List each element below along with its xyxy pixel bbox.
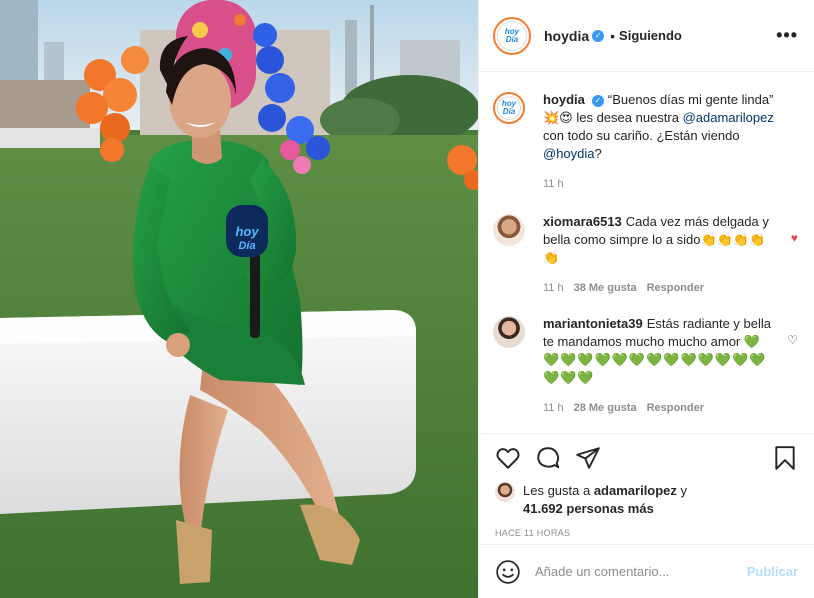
- add-comment-bar: Añade un comentario... Publicar: [479, 544, 814, 598]
- caption-text-b: con todo su cariño. ¿Están viendo: [543, 128, 740, 143]
- instagram-post: hoy Día hoy Día hoydia ✓ • Siguiendo •••: [0, 0, 814, 598]
- svg-text:hoy: hoy: [235, 224, 259, 239]
- comment-text-block: xiomara6513 Cada vez más delgada y bella …: [543, 213, 775, 267]
- save-bookmark-icon[interactable]: [772, 445, 798, 471]
- comment-username[interactable]: xiomara6513: [543, 214, 622, 229]
- comment-username[interactable]: mariantonieta39: [543, 316, 643, 331]
- caption-meta: 11 h: [543, 177, 775, 191]
- caption: hoy Día hoydia ✓ “Buenos días mi gente lin…: [493, 91, 798, 191]
- action-icons: [495, 444, 798, 472]
- comment-time[interactable]: 11 h: [543, 282, 564, 294]
- likes-prefix: Les gusta a: [523, 483, 594, 498]
- likes-summary: Les gusta a adamarilopez y 41.692 person…: [495, 482, 798, 518]
- comment-text-block: mariantonieta39 Estás radiante y bella te…: [543, 315, 775, 387]
- liker-avatar[interactable]: [495, 482, 515, 502]
- photo-illustration: hoy Día: [0, 0, 478, 598]
- comment-meta: 11 h 38 Me gusta Responder: [543, 281, 775, 295]
- caption-username[interactable]: hoydia: [543, 92, 585, 107]
- post-photo[interactable]: hoy Día: [0, 0, 478, 598]
- reply-button[interactable]: Responder: [647, 282, 704, 294]
- building: [0, 0, 38, 85]
- publish-button[interactable]: Publicar: [747, 564, 798, 579]
- caption-body: hoydia ✓ “Buenos días mi gente linda” 💥😍 l…: [543, 91, 775, 191]
- like-heart-icon[interactable]: [495, 445, 521, 471]
- comment-item: mariantonieta39 Estás radiante y bella te…: [493, 315, 798, 415]
- logo-text-dia: Día: [505, 34, 519, 44]
- post-actions: Les gusta a adamarilopez y 41.692 person…: [479, 433, 814, 538]
- comment-input[interactable]: Añade un comentario...: [535, 564, 669, 579]
- comment-likes[interactable]: 28 Me gusta: [574, 402, 637, 414]
- caption-text-c: ?: [594, 146, 602, 161]
- caption-text-block: hoydia ✓ “Buenos días mi gente linda” 💥😍 l…: [543, 91, 775, 163]
- caption-time[interactable]: 11 h: [543, 178, 564, 190]
- emoji-smiley-icon[interactable]: [495, 559, 521, 585]
- post-side-panel: hoy Día hoydia ✓ • Siguiendo ••• hoy Día: [478, 0, 814, 598]
- commenter-avatar[interactable]: [493, 214, 525, 246]
- comment-item: xiomara6513 Cada vez más delgada y bella …: [493, 213, 798, 295]
- header-separator: •: [610, 27, 616, 44]
- heart-outline-icon[interactable]: ♡: [787, 333, 798, 347]
- caption-avatar[interactable]: hoy Día: [493, 92, 525, 124]
- svg-text:Día: Día: [238, 240, 255, 252]
- comment-bubble-icon[interactable]: [535, 445, 561, 471]
- comment-meta: 11 h 28 Me gusta Responder: [543, 401, 775, 415]
- comment-body: xiomara6513 Cada vez más delgada y bella …: [543, 213, 775, 295]
- likes-text: Les gusta a adamarilopez y 41.692 person…: [523, 482, 687, 518]
- verified-badge-icon: ✓: [592, 29, 605, 42]
- comment-likes[interactable]: 38 Me gusta: [574, 282, 637, 294]
- logo-text-dia: Día: [502, 107, 516, 116]
- mention-hoydia[interactable]: @hoydia: [543, 146, 595, 161]
- comment-body: mariantonieta39 Estás radiante y bella te…: [543, 315, 775, 415]
- profile-avatar[interactable]: hoy Día: [493, 16, 531, 55]
- more-options-icon[interactable]: •••: [776, 25, 798, 46]
- reply-button[interactable]: Responder: [647, 402, 704, 414]
- heart-filled-icon[interactable]: ♥: [791, 231, 798, 245]
- liker-username[interactable]: adamarilopez: [594, 483, 677, 498]
- mention-adamarilopez[interactable]: @adamarilopez: [683, 110, 774, 125]
- comment-time[interactable]: 11 h: [543, 402, 564, 414]
- commenter-avatar[interactable]: [493, 316, 525, 348]
- verified-badge-icon: ✓: [591, 95, 604, 107]
- hoydia-logo: hoy Día: [497, 20, 527, 51]
- post-header: hoy Día hoydia ✓ • Siguiendo •••: [479, 0, 814, 72]
- hoydia-logo-small: hoy Día: [497, 96, 521, 120]
- share-paper-plane-icon[interactable]: [575, 445, 601, 471]
- likes-count[interactable]: 41.692 personas más: [523, 501, 654, 516]
- header-username[interactable]: hoydia: [544, 28, 589, 44]
- post-timestamp[interactable]: HACE 11 HORAS: [495, 528, 798, 538]
- following-button[interactable]: Siguiendo: [619, 28, 682, 43]
- comments-section: hoy Día hoydia ✓ “Buenos días mi gente lin…: [479, 73, 814, 433]
- likes-middle: y: [676, 483, 688, 498]
